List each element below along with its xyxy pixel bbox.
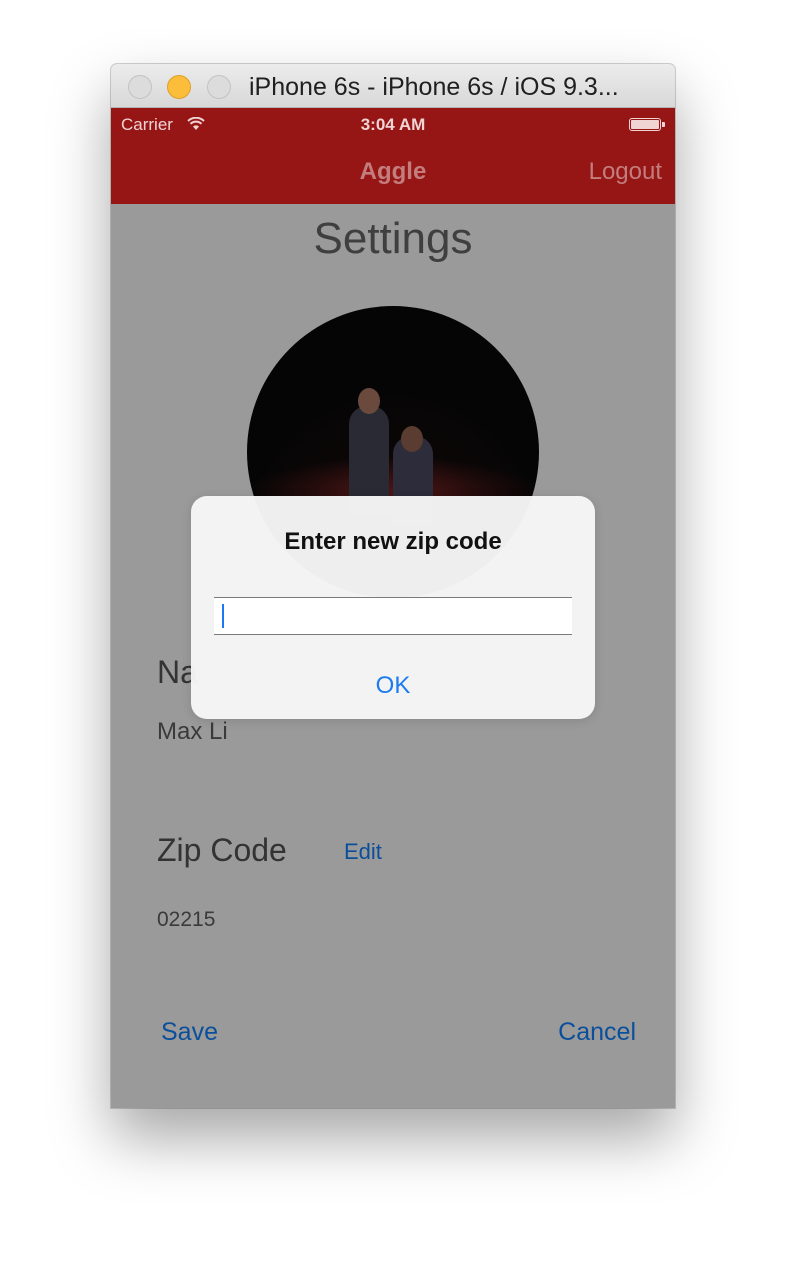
page-title: Settings [313,214,473,263]
simulator-window: iPhone 6s - iPhone 6s / iOS 9.3... Carri… [111,64,675,1108]
battery-tip [662,122,665,127]
battery-icon [629,118,661,131]
logout-button[interactable]: Logout [589,158,662,186]
zip-code-input[interactable] [214,597,572,635]
status-time: 3:04 AM [360,115,426,134]
save-button[interactable]: Save [161,1018,218,1047]
close-window-button[interactable] [128,75,152,99]
text-cursor [222,604,224,628]
minimize-window-button[interactable] [167,75,191,99]
edit-zip-button[interactable]: Edit [344,839,382,865]
alert-title: Enter new zip code [284,528,502,555]
zip-code-alert: Enter new zip code OK [191,496,595,719]
zoom-window-button[interactable] [207,75,231,99]
name-value: Max Li [157,718,228,745]
cancel-button[interactable]: Cancel [558,1018,636,1047]
navigation-bar: Carrier 3:04 AM Aggle Logout [111,108,675,204]
window-titlebar: iPhone 6s - iPhone 6s / iOS 9.3... [111,64,675,108]
device-screen: Carrier 3:04 AM Aggle Logout Settings Na… [111,108,675,1108]
window-title: iPhone 6s - iPhone 6s / iOS 9.3... [249,73,619,101]
zip-code-value: 02215 [157,908,216,931]
zip-code-label: Zip Code [157,832,287,868]
ok-button[interactable]: OK [191,655,595,719]
